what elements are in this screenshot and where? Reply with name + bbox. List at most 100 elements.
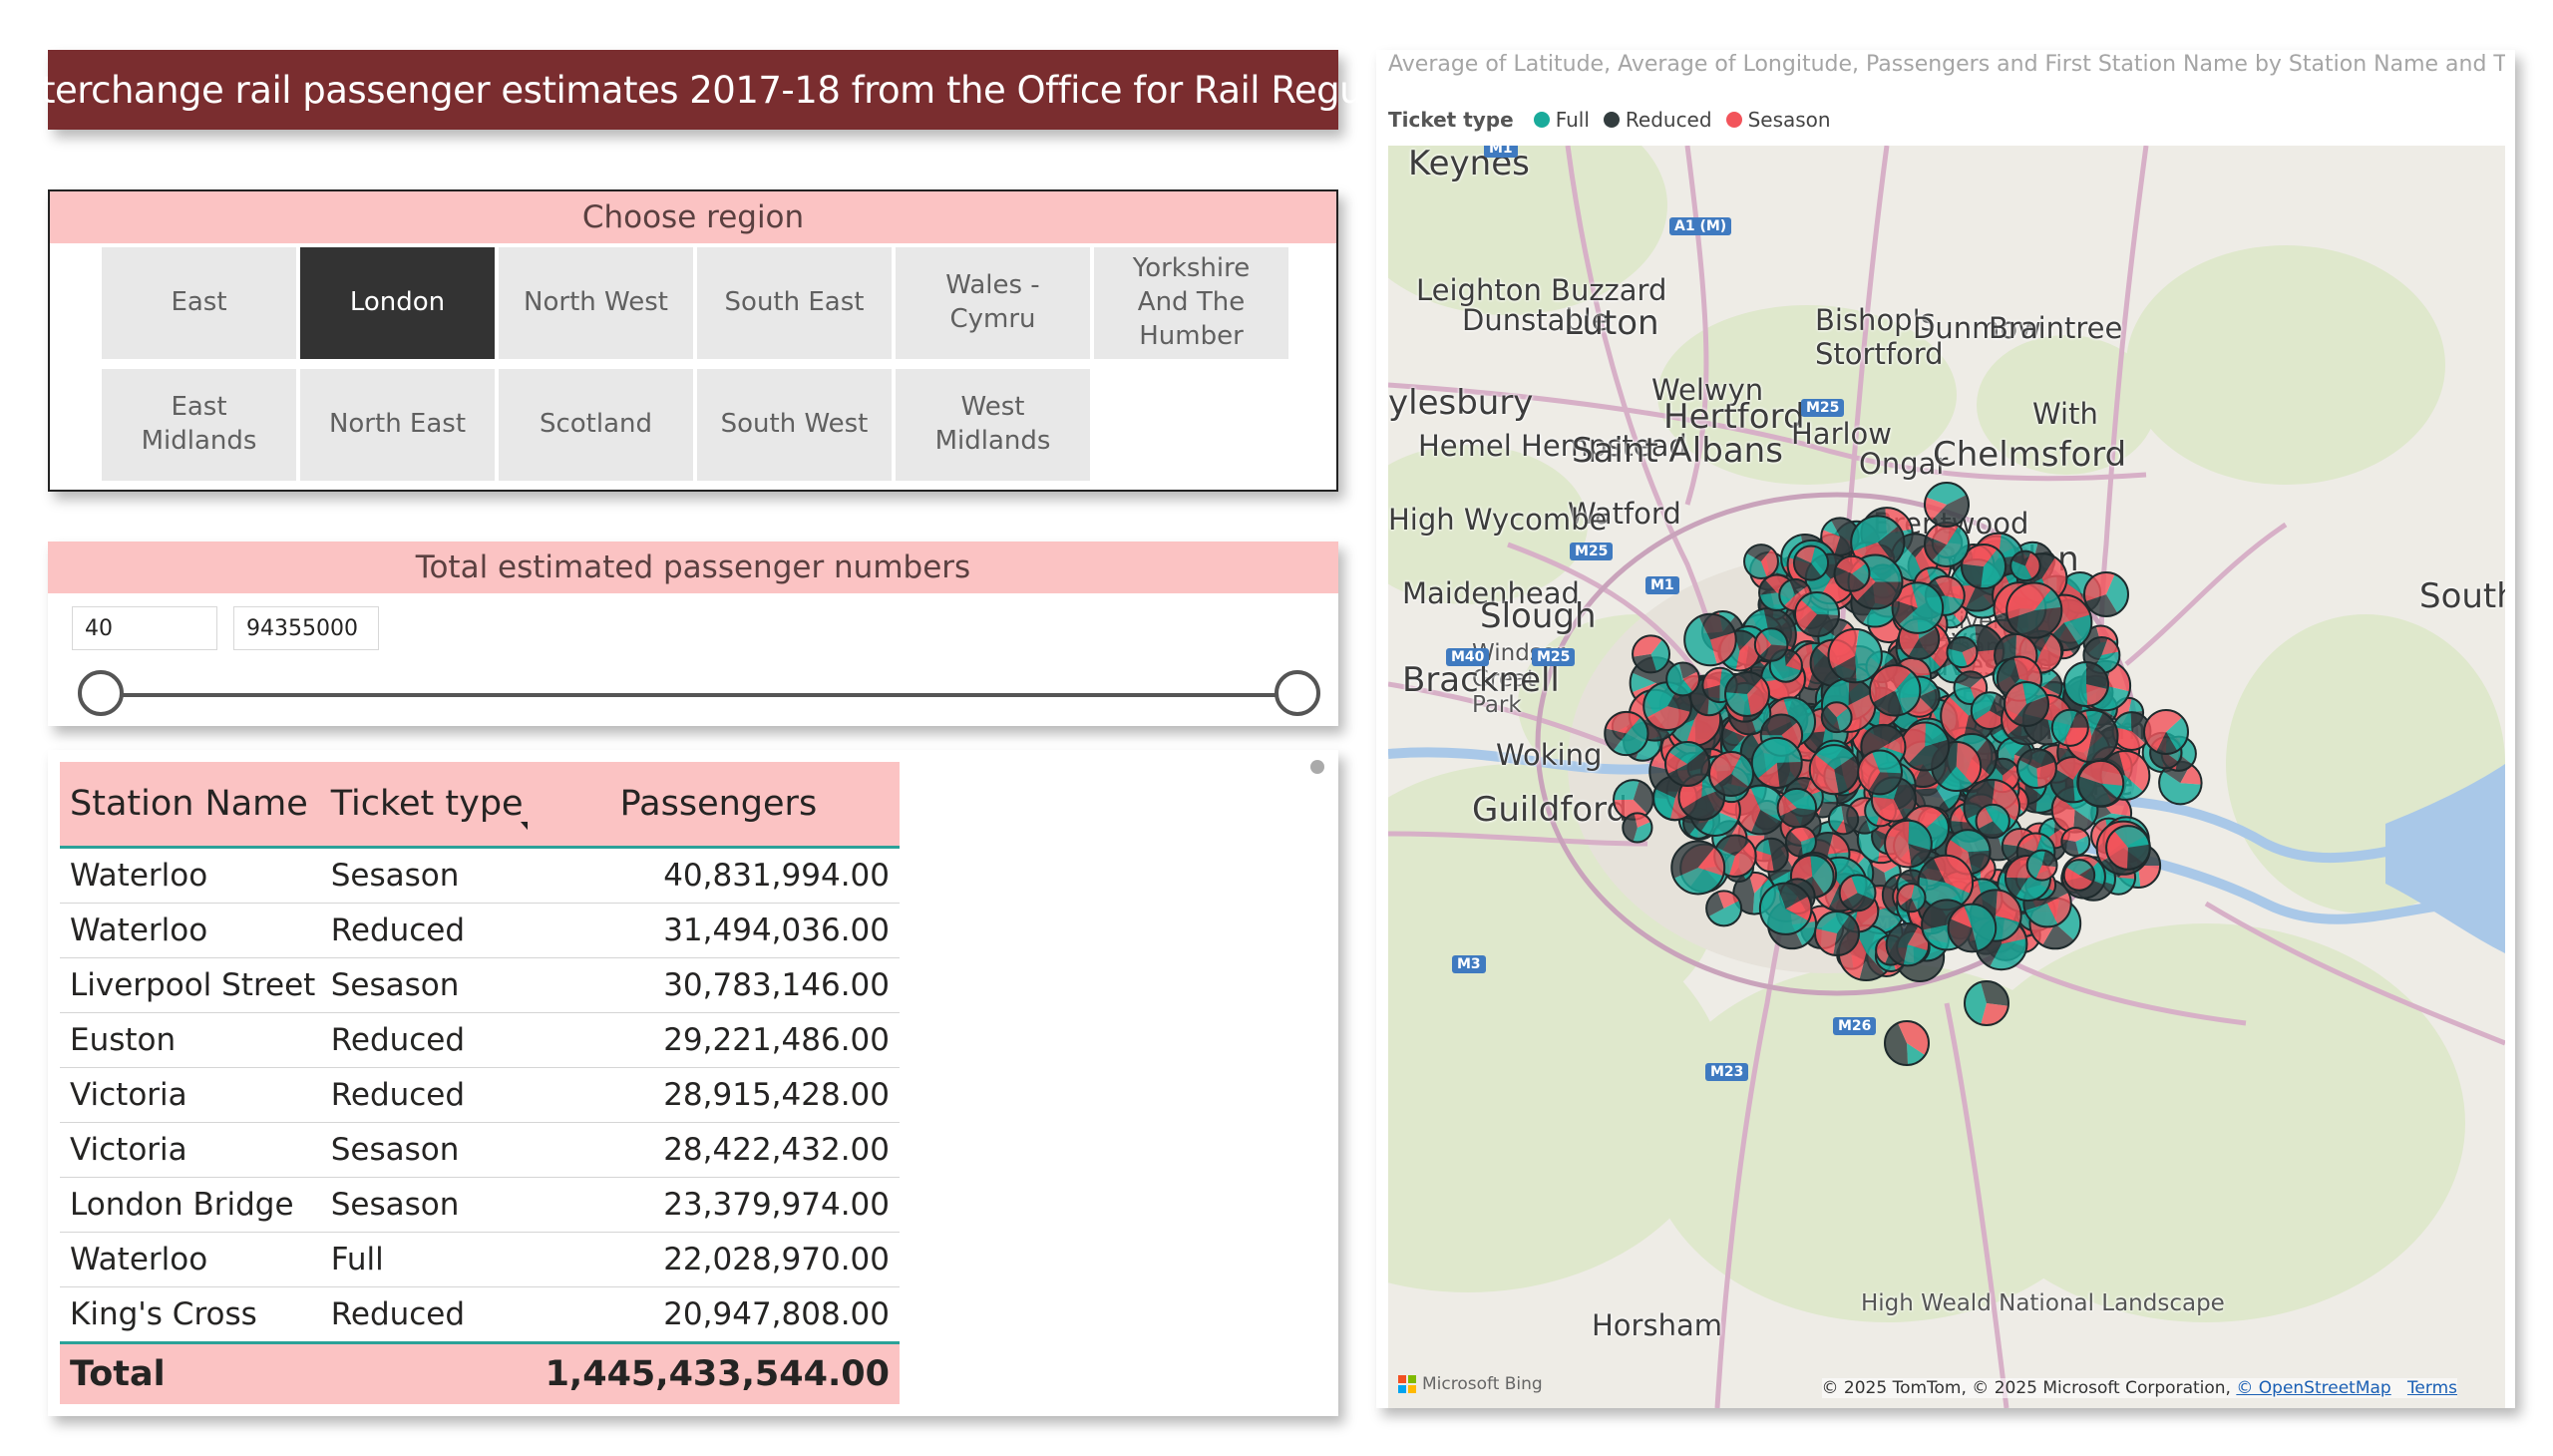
station-pie-marker[interactable] <box>2076 759 2125 808</box>
station-pie-marker[interactable] <box>2062 859 2096 892</box>
station-pie-marker[interactable] <box>1947 903 1998 953</box>
map-canvas[interactable]: Keynes Leighton Buzzard Dunstable Luton Bish… <box>1388 146 2505 1408</box>
station-pie-marker[interactable] <box>1632 634 1671 674</box>
region-tile-scotland[interactable]: Scotland <box>499 369 693 481</box>
station-pie-marker[interactable] <box>1665 661 1700 697</box>
total-label: Total <box>60 1341 321 1404</box>
station-pie-marker[interactable] <box>1964 980 2009 1026</box>
station-pie-marker[interactable] <box>1924 522 1970 567</box>
region-tile-east-midlands[interactable]: East Midlands <box>102 369 296 481</box>
region-tile-north-east[interactable]: North East <box>300 369 495 481</box>
station-pie-marker[interactable] <box>1670 840 1726 896</box>
station-pie-marker[interactable] <box>2004 681 2049 727</box>
region-tile-north-west[interactable]: North West <box>499 247 693 359</box>
station-pie-marker[interactable] <box>1604 710 1649 757</box>
column-header-passengers[interactable]: Passengers <box>527 762 900 849</box>
passengers-cell: 28,915,428.00 <box>527 1067 900 1123</box>
station-pie-marker[interactable] <box>1975 803 2010 840</box>
table-row[interactable]: Liverpool Street Sesason 30,783,146.00 <box>60 957 900 1013</box>
station-pie-marker[interactable] <box>2015 748 2057 790</box>
station-pie-marker[interactable] <box>1827 804 1860 836</box>
station-pie-marker[interactable] <box>1884 1020 1930 1066</box>
station-pie-marker[interactable] <box>1792 545 1830 581</box>
table-row[interactable]: London Bridge Sesason 23,379,974.00 <box>60 1177 900 1233</box>
station-pie-marker[interactable] <box>2143 709 2189 755</box>
station-pie-marker[interactable] <box>1622 812 1653 844</box>
station-pie-marker[interactable] <box>1900 721 1951 772</box>
station-pie-marker[interactable] <box>1753 627 1789 662</box>
total-spacer <box>320 1341 528 1404</box>
passenger-table: Station Name Ticket type Passengers Wate… <box>60 762 900 1404</box>
station-pie-marker[interactable] <box>2060 826 2091 857</box>
station-pie-marker[interactable] <box>2050 708 2089 747</box>
terms-link[interactable]: Terms <box>2407 1378 2457 1398</box>
column-header-ticket-type[interactable]: Ticket type <box>320 762 545 849</box>
station-pie-marker[interactable] <box>1708 751 1754 797</box>
station-pie-marker[interactable] <box>1857 749 1903 796</box>
station-pie-marker[interactable] <box>1758 882 1813 935</box>
station-pie-marker[interactable] <box>1750 736 1803 789</box>
table-row[interactable]: Waterloo Sesason 40,831,994.00 <box>60 847 900 904</box>
passengers-cell: 30,783,146.00 <box>527 957 900 1013</box>
report-title: Non-interchange rail passenger estimates… <box>0 50 1463 130</box>
region-tile-west-midlands[interactable]: West Midlands <box>896 369 1090 481</box>
station-pie-marker[interactable] <box>1924 482 1970 528</box>
passengers-cell: 20,947,808.00 <box>527 1286 900 1343</box>
station-pie-marker[interactable] <box>2083 571 2129 617</box>
region-slicer: Choose region East London North West South … <box>48 189 1338 492</box>
region-tile-london[interactable]: London <box>300 247 495 359</box>
scrollbar-thumb[interactable] <box>1310 760 1324 774</box>
table-row[interactable]: King's Cross Reduced 20,947,808.00 <box>60 1286 900 1343</box>
station-pie-marker[interactable] <box>1776 787 1818 829</box>
range-track[interactable] <box>106 693 1302 697</box>
table-row[interactable]: Euston Reduced 29,221,486.00 <box>60 1012 900 1068</box>
map-copyright: © 2025 TomTom, © 2025 Microsoft Corporat… <box>1821 1378 2457 1398</box>
station-pie-marker[interactable] <box>1833 554 1871 592</box>
station-pie-marker[interactable] <box>2006 581 2063 639</box>
table-row[interactable]: Victoria Reduced 28,915,428.00 <box>60 1067 900 1123</box>
station-pie-marker[interactable] <box>1705 890 1743 927</box>
column-header-ticket-type-label: Ticket type <box>330 784 524 824</box>
station-pie-marker[interactable] <box>2105 825 2151 871</box>
copyright-text: © 2025 TomTom, © 2025 Microsoft Corporat… <box>1821 1378 2237 1398</box>
station-pie-marker[interactable] <box>2025 849 2058 882</box>
station-pie-marker[interactable] <box>1724 671 1770 717</box>
region-tile-east[interactable]: East <box>102 247 296 359</box>
table-row[interactable]: Waterloo Full 22,028,970.00 <box>60 1232 900 1287</box>
range-min-input[interactable]: 40 <box>72 606 217 650</box>
station-pie-marker[interactable] <box>1753 837 1789 874</box>
table-row[interactable]: Victoria Sesason 28,422,432.00 <box>60 1122 900 1178</box>
legend-sesason-label[interactable]: Sesason <box>1748 108 1831 132</box>
region-tile-south-east[interactable]: South East <box>697 247 892 359</box>
legend-full-swatch <box>1533 112 1550 128</box>
legend-full-label[interactable]: Full <box>1556 108 1590 132</box>
region-tile-south-west[interactable]: South West <box>697 369 892 481</box>
station-pie-marker[interactable] <box>1838 874 1877 912</box>
table-row[interactable]: Waterloo Reduced 31,494,036.00 <box>60 903 900 958</box>
region-tile-yorkshire-and-the-humber[interactable]: Yorkshire And The Humber <box>1094 247 1288 359</box>
station-pie-marker[interactable] <box>1743 544 1779 580</box>
range-min-handle[interactable] <box>78 670 124 716</box>
station-pie-marker[interactable] <box>2063 661 2109 707</box>
region-tile-wales-cymru[interactable]: Wales - Cymru <box>896 247 1090 359</box>
station-pie-marker[interactable] <box>1896 883 1927 913</box>
station-pie-marker[interactable] <box>1814 910 1860 956</box>
range-max-input[interactable]: 94355000 <box>233 606 379 650</box>
openstreetmap-link[interactable]: © OpenStreetMap <box>2236 1378 2390 1398</box>
station-pie-marker[interactable] <box>1884 819 1933 869</box>
station-pie-marker[interactable] <box>1664 741 1710 787</box>
range-max-handle[interactable] <box>1275 670 1320 716</box>
station-pie-marker[interactable] <box>2009 549 2041 582</box>
legend-reduced-label[interactable]: Reduced <box>1626 108 1712 132</box>
station-pie-marker[interactable] <box>1868 664 1922 717</box>
station-pie-marker[interactable] <box>1683 612 1737 667</box>
column-header-station-name[interactable]: Station Name <box>60 762 321 849</box>
ticket-type-cell: Reduced <box>320 1067 528 1123</box>
station-pie-marker[interactable] <box>1794 591 1840 637</box>
passengers-cell: 22,028,970.00 <box>527 1232 900 1287</box>
passengers-cell: 28,422,432.00 <box>527 1122 900 1178</box>
station-pie-marker[interactable] <box>1946 636 1979 669</box>
station-pie-marker[interactable] <box>1827 627 1883 684</box>
station-pie-marker[interactable] <box>1820 701 1853 734</box>
station-pie-marker[interactable] <box>1808 744 1860 796</box>
